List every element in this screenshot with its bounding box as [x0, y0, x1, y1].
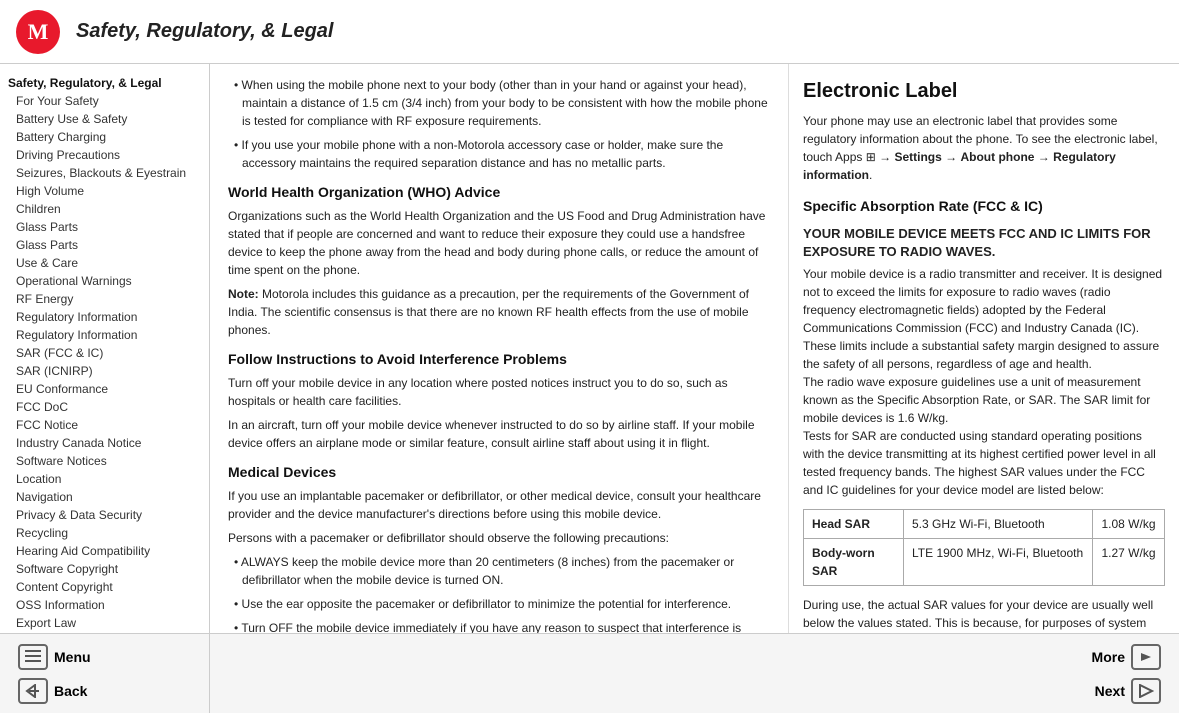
more-button[interactable]: More — [1084, 640, 1169, 674]
sidebar-item-seizures[interactable]: Seizures, Blackouts & Eyestrain — [4, 164, 205, 182]
sidebar-item-sar-fcc-ic[interactable]: SAR (FCC & IC) — [4, 344, 205, 362]
back-button[interactable]: Back — [10, 674, 199, 708]
medical-bullet2: Use the ear opposite the pacemaker or de… — [228, 595, 770, 613]
medical-bullet3: Turn OFF the mobile device immediately i… — [228, 619, 770, 633]
note-text: Note: Motorola includes this guidance as… — [228, 285, 770, 339]
sidebar-item-regulatory-information[interactable]: Regulatory Information — [4, 308, 205, 326]
content-area: When using the mobile phone next to your… — [210, 64, 789, 633]
sar-heading: YOUR MOBILE DEVICE MEETS FCC AND IC LIMI… — [803, 225, 1165, 261]
sar-text4: During use, the actual SAR values for yo… — [803, 596, 1165, 633]
who-title: World Health Organization (WHO) Advice — [228, 182, 770, 203]
settings-link: Settings — [894, 150, 941, 164]
sidebar-item-content-copyright[interactable]: Content Copyright — [4, 578, 205, 596]
medical-text2: Persons with a pacemaker or defibrillato… — [228, 529, 770, 547]
sidebar-item-export-law[interactable]: Export Law — [4, 614, 205, 632]
more-icon — [1131, 644, 1161, 670]
medical-title: Medical Devices — [228, 462, 770, 483]
sidebar-item-children[interactable]: Children — [4, 200, 205, 218]
bottom-nav: Menu Back More Next — [0, 633, 1179, 713]
sar-type: Head SAR — [804, 510, 904, 539]
sidebar-item-fcc-doc[interactable]: FCC DoC — [4, 398, 205, 416]
sidebar-item-rf-energy[interactable]: RF Energy — [4, 290, 205, 308]
note-label: Note: — [228, 287, 259, 301]
sidebar-item-for-your-safety[interactable]: For Your Safety — [4, 92, 205, 110]
sar-freq: LTE 1900 MHz, Wi-Fi, Bluetooth — [904, 539, 1093, 586]
follow-text1: Turn off your mobile device in any locat… — [228, 374, 770, 410]
next-icon — [1131, 678, 1161, 704]
sidebar-item-high-volume[interactable]: High Volume — [4, 182, 205, 200]
bottom-nav-right: More Next — [210, 634, 1179, 713]
sidebar-item-driving-precautions[interactable]: Driving Precautions — [4, 146, 205, 164]
sar-freq: 5.3 GHz Wi-Fi, Bluetooth — [904, 510, 1093, 539]
bottom-nav-left: Menu Back — [0, 634, 210, 713]
back-icon — [18, 678, 48, 704]
next-button[interactable]: Next — [1087, 674, 1169, 708]
follow-title: Follow Instructions to Avoid Interferenc… — [228, 349, 770, 370]
who-text: Organizations such as the World Health O… — [228, 207, 770, 279]
bullet-1: When using the mobile phone next to your… — [228, 76, 770, 130]
sar-table: Head SAR5.3 GHz Wi-Fi, Bluetooth1.08 W/k… — [803, 509, 1165, 586]
medical-text1: If you use an implantable pacemaker or d… — [228, 487, 770, 523]
sidebar-item-location[interactable]: Location — [4, 470, 205, 488]
more-label: More — [1092, 649, 1125, 665]
note-body: Motorola includes this guidance as a pre… — [228, 287, 749, 337]
sar-text2: The radio wave exposure guidelines use a… — [803, 373, 1165, 427]
sidebar-item-operational-warnings[interactable]: Operational Warnings — [4, 272, 205, 290]
menu-icon — [18, 644, 48, 670]
main-layout: Safety, Regulatory, & LegalFor Your Safe… — [0, 64, 1179, 633]
sidebar-item-hearing-aid[interactable]: Hearing Aid Compatibility — [4, 542, 205, 560]
sar-type: Body-worn SAR — [804, 539, 904, 586]
sar-text3: Tests for SAR are conducted using standa… — [803, 427, 1165, 499]
sidebar: Safety, Regulatory, & LegalFor Your Safe… — [0, 64, 210, 633]
about-phone-link: About phone — [960, 150, 1034, 164]
sidebar-item-use-care[interactable]: Use & Care — [4, 254, 205, 272]
sar-title: Specific Absorption Rate (FCC & IC) — [803, 196, 1165, 217]
sidebar-item-regulatory-information-2[interactable]: Regulatory Information — [4, 326, 205, 344]
sidebar-item-sar-icnirp[interactable]: SAR (ICNIRP) — [4, 362, 205, 380]
sidebar-item-battery-use-safety[interactable]: Battery Use & Safety — [4, 110, 205, 128]
sidebar-item-glass-parts-2[interactable]: Glass Parts — [4, 236, 205, 254]
next-label: Next — [1095, 683, 1125, 699]
motorola-logo: M — [16, 10, 60, 54]
back-label: Back — [54, 683, 87, 699]
sidebar-item-software-notices[interactable]: Software Notices — [4, 452, 205, 470]
sar-value: 1.08 W/kg — [1093, 510, 1165, 539]
sar-value: 1.27 W/kg — [1093, 539, 1165, 586]
sidebar-item-industry-canada-notice[interactable]: Industry Canada Notice — [4, 434, 205, 452]
sidebar-item-software-copyright[interactable]: Software Copyright — [4, 560, 205, 578]
electronic-label-text: Your phone may use an electronic label t… — [803, 112, 1165, 184]
sidebar-item-privacy[interactable]: Privacy & Data Security — [4, 506, 205, 524]
follow-text2: In an aircraft, turn off your mobile dev… — [228, 416, 770, 452]
sidebar-item-safety-regulatory-legal[interactable]: Safety, Regulatory, & Legal — [4, 74, 205, 92]
menu-label: Menu — [54, 649, 91, 665]
sidebar-item-recycling[interactable]: Recycling — [4, 524, 205, 542]
sidebar-item-battery-charging[interactable]: Battery Charging — [4, 128, 205, 146]
sidebar-item-eu-conformance[interactable]: EU Conformance — [4, 380, 205, 398]
right-panel: Electronic Label Your phone may use an e… — [789, 64, 1179, 633]
electronic-label-title: Electronic Label — [803, 76, 1165, 106]
sar-table-row-0: Head SAR5.3 GHz Wi-Fi, Bluetooth1.08 W/k… — [804, 510, 1165, 539]
bullet-2: If you use your mobile phone with a non-… — [228, 136, 770, 172]
sidebar-item-glass-parts[interactable]: Glass Parts — [4, 218, 205, 236]
menu-button[interactable]: Menu — [10, 640, 199, 674]
medical-bullet1: ALWAYS keep the mobile device more than … — [228, 553, 770, 589]
sidebar-item-fcc-notice[interactable]: FCC Notice — [4, 416, 205, 434]
sidebar-item-oss-information[interactable]: OSS Information — [4, 596, 205, 614]
logo-letter: M — [28, 19, 49, 45]
sar-table-row-1: Body-worn SARLTE 1900 MHz, Wi-Fi, Blueto… — [804, 539, 1165, 586]
sar-text1: Your mobile device is a radio transmitte… — [803, 265, 1165, 373]
page-header: M Safety, Regulatory, & Legal — [0, 0, 1179, 64]
page-title: Safety, Regulatory, & Legal — [76, 20, 333, 43]
sidebar-item-navigation[interactable]: Navigation — [4, 488, 205, 506]
